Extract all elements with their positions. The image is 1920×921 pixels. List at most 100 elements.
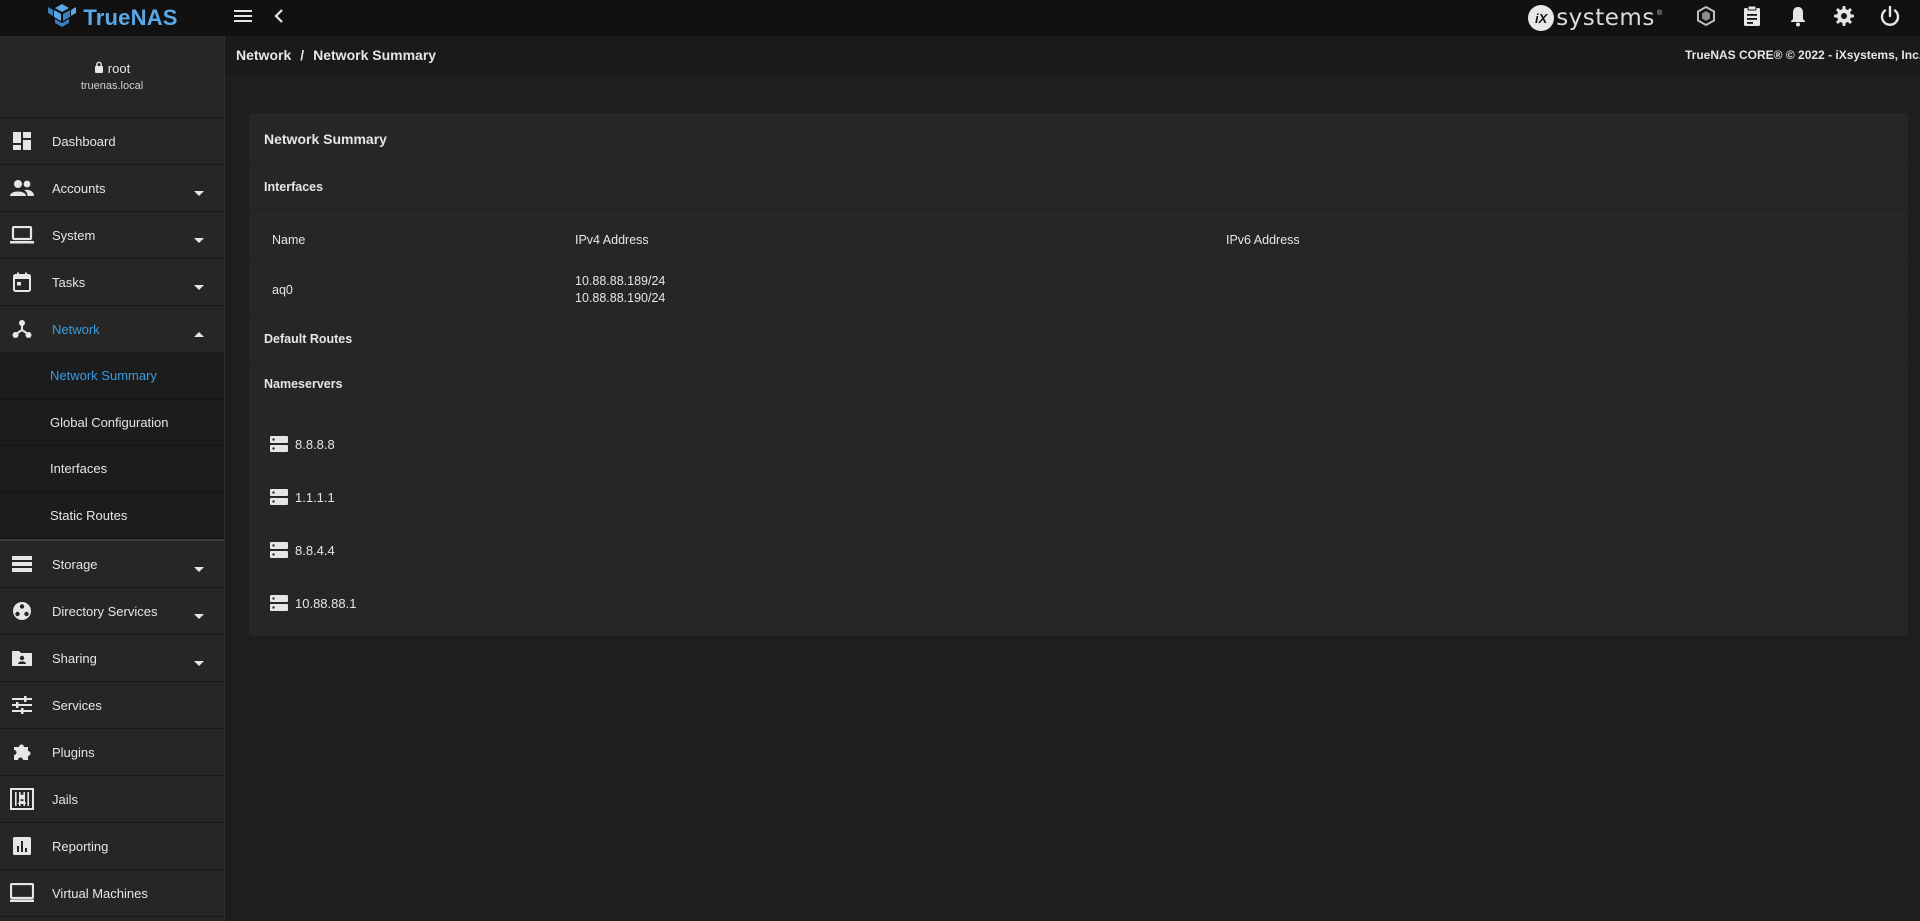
caret-up-icon bbox=[194, 326, 204, 341]
vendor-name: systems bbox=[1556, 5, 1655, 31]
sidebar-subitem-static-routes[interactable]: Static Routes bbox=[0, 492, 224, 539]
settings-button[interactable] bbox=[1826, 0, 1862, 36]
nameserver-address: 8.8.4.4 bbox=[295, 542, 335, 558]
sidebar-item-sharing[interactable]: Sharing bbox=[0, 635, 224, 682]
chart-icon bbox=[10, 834, 34, 858]
table-row: aq0 10.88.88.189/24 10.88.88.190/24 bbox=[249, 262, 1908, 318]
ixsystems-logo[interactable]: iX systems ® bbox=[1528, 5, 1662, 31]
folder-share-icon bbox=[10, 646, 34, 670]
sidebar-item-label: Services bbox=[52, 697, 102, 713]
interfaces-heading: Interfaces bbox=[249, 165, 1908, 209]
dns-server-icon bbox=[269, 487, 289, 507]
sidebar-item-storage[interactable]: Storage bbox=[0, 541, 224, 588]
puzzle-icon bbox=[10, 740, 34, 764]
sidebar-item-label: Plugins bbox=[52, 744, 95, 760]
sidebar-item-network[interactable]: Network bbox=[0, 306, 224, 353]
people-icon bbox=[10, 176, 34, 200]
dns-server-icon bbox=[269, 434, 289, 454]
clipboard-icon bbox=[1742, 5, 1762, 32]
network-icon bbox=[10, 317, 34, 341]
truecommand-icon bbox=[1695, 5, 1717, 32]
sidebar-item-label: Sharing bbox=[52, 650, 97, 666]
ipv4-address: 10.88.88.189/24 bbox=[575, 273, 666, 288]
caret-down-icon bbox=[194, 561, 204, 576]
ix-mark: iX bbox=[1528, 5, 1555, 31]
sidebar-item-label: Storage bbox=[52, 556, 98, 572]
column-header-ipv4: IPv4 Address bbox=[575, 209, 1226, 263]
sidebar-item-label: Directory Services bbox=[52, 603, 158, 619]
sidebar-item-services[interactable]: Services bbox=[0, 682, 224, 729]
sidebar-item-label: Network bbox=[52, 321, 100, 337]
laptop-icon bbox=[10, 223, 34, 247]
sidebar-item-plugins[interactable]: Plugins bbox=[0, 729, 224, 776]
lock-icon bbox=[94, 61, 104, 76]
alerts-button[interactable] bbox=[1780, 0, 1816, 36]
jail-icon bbox=[10, 787, 34, 811]
brand-name: TrueNAS CORE bbox=[83, 5, 178, 44]
dns-server-icon bbox=[269, 540, 289, 560]
nameservers-list: 8.8.8.8 1.1.1.1 8.8.4.4 10.88.88.1 bbox=[249, 406, 1908, 630]
user-info: root truenas.local bbox=[0, 36, 224, 118]
interface-ipv4: 10.88.88.189/24 10.88.88.190/24 bbox=[575, 262, 1226, 318]
caret-down-icon bbox=[194, 279, 204, 294]
dashboard-icon bbox=[10, 129, 34, 153]
caret-down-icon bbox=[194, 185, 204, 200]
sidebar-subitem-global-configuration[interactable]: Global Configuration bbox=[0, 399, 224, 446]
column-header-ipv6: IPv6 Address bbox=[1226, 209, 1908, 263]
sidebar-subitem-network-summary[interactable]: Network Summary bbox=[0, 353, 224, 400]
sidebar-item-tasks[interactable]: Tasks bbox=[0, 259, 224, 306]
nameserver-address: 10.88.88.1 bbox=[295, 595, 357, 611]
nameserver-address: 8.8.8.8 bbox=[295, 436, 335, 452]
menu-toggle-button[interactable] bbox=[225, 0, 261, 36]
list-item: 10.88.88.1 bbox=[249, 577, 1908, 630]
brand-logo[interactable]: TrueNAS CORE bbox=[0, 0, 225, 44]
bell-icon bbox=[1789, 5, 1807, 32]
copyright-text: TrueNAS CORE® © 2022 - iXsystems, Inc. bbox=[1685, 48, 1920, 62]
list-item: 8.8.4.4 bbox=[249, 524, 1908, 577]
sidebar-item-system[interactable]: System bbox=[0, 212, 224, 259]
nameservers-heading: Nameservers bbox=[264, 376, 343, 391]
list-item: 1.1.1.1 bbox=[249, 471, 1908, 524]
sidebar-item-label: Virtual Machines bbox=[52, 885, 148, 901]
sidebar-item-label: Reporting bbox=[52, 838, 109, 854]
sidebar-item-jails[interactable]: Jails bbox=[0, 776, 224, 823]
task-manager-button[interactable] bbox=[1734, 0, 1770, 36]
sidebar-item-label: Accounts bbox=[52, 180, 106, 196]
network-submenu: Network Summary Global Configuration Int… bbox=[0, 353, 224, 541]
sidebar-item-reporting[interactable]: Reporting bbox=[0, 823, 224, 870]
caret-down-icon bbox=[194, 232, 204, 247]
calendar-icon bbox=[10, 270, 34, 294]
network-summary-card: Network Summary Interfaces Name IPv4 Add… bbox=[249, 113, 1908, 636]
default-routes-heading: Default Routes bbox=[249, 318, 1908, 362]
hamburger-icon bbox=[233, 8, 253, 29]
sidebar-item-virtual-machines[interactable]: Virtual Machines bbox=[0, 870, 224, 917]
ipv4-address: 10.88.88.190/24 bbox=[575, 290, 666, 305]
username: root bbox=[107, 61, 131, 76]
truenas-logo-icon bbox=[47, 3, 77, 34]
breadcrumb: Network / Network Summary TrueNAS CORE® … bbox=[225, 36, 1920, 74]
hostname: truenas.local bbox=[80, 80, 144, 92]
truecommand-button[interactable] bbox=[1688, 0, 1724, 36]
sidebar-subitem-interfaces[interactable]: Interfaces bbox=[0, 446, 224, 493]
sidebar: root truenas.local Dashboard Accounts Sy… bbox=[0, 36, 225, 921]
power-icon bbox=[1879, 5, 1901, 32]
sidebar-item-dashboard[interactable]: Dashboard bbox=[0, 118, 224, 165]
breadcrumb-current: Network Summary bbox=[313, 47, 437, 63]
power-button[interactable] bbox=[1872, 0, 1908, 36]
brand-name-text: TrueNAS bbox=[83, 5, 178, 30]
gear-icon bbox=[1833, 5, 1855, 32]
tune-icon bbox=[10, 693, 34, 717]
column-header-name: Name bbox=[249, 209, 575, 263]
breadcrumb-separator: / bbox=[300, 47, 305, 63]
nameserver-address: 1.1.1.1 bbox=[295, 489, 335, 505]
sidebar-item-directory-services[interactable]: Directory Services bbox=[0, 588, 224, 635]
sidebar-item-label: System bbox=[52, 227, 96, 243]
caret-down-icon bbox=[194, 608, 204, 623]
breadcrumb-parent[interactable]: Network bbox=[236, 47, 291, 63]
list-item: 8.8.8.8 bbox=[249, 418, 1908, 471]
collapse-sidebar-button[interactable] bbox=[261, 0, 297, 36]
card-title: Network Summary bbox=[249, 113, 1908, 165]
sidebar-item-accounts[interactable]: Accounts bbox=[0, 165, 224, 212]
interfaces-table: Name IPv4 Address IPv6 Address aq0 10.88… bbox=[249, 209, 1908, 318]
sidebar-item-label: Tasks bbox=[52, 274, 86, 290]
